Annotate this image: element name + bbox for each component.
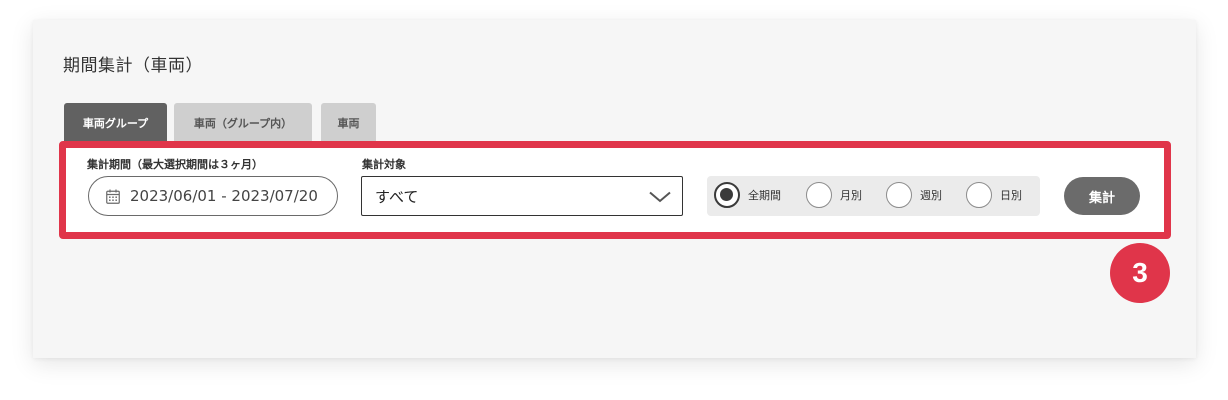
target-label: 集計対象 [362,158,406,171]
radio-monthly[interactable]: 月別 [806,182,862,208]
period-label: 集計期間（最大選択期間は３ヶ月） [87,158,263,171]
target-select-value: すべて [375,187,419,206]
step-number-badge: 3 [1110,243,1170,303]
date-range-value: 2023/06/01 - 2023/07/20 [130,187,318,205]
radio-label: 日別 [1000,189,1022,202]
aggregation-panel: 期間集計（車両） 車両グループ 車両（グループ内） 車両 集計期間（最大選択期間… [33,20,1196,358]
date-range-input[interactable]: 2023/06/01 - 2023/07/20 [88,176,338,216]
tab-vehicle[interactable]: 車両 [321,103,376,143]
period-type-radio-group: 全期間 月別 週別 日別 [707,176,1040,216]
radio-circle[interactable] [714,182,740,208]
calendar-icon [106,189,120,204]
radio-label: 月別 [840,189,862,202]
radio-weekly[interactable]: 週別 [886,182,942,208]
radio-label: 全期間 [748,189,781,202]
target-select[interactable]: すべて [361,176,683,216]
page-title: 期間集計（車両） [63,56,203,76]
chevron-down-icon [649,191,671,203]
aggregate-button[interactable]: 集計 [1064,177,1140,215]
filter-card: 集計期間（最大選択期間は３ヶ月） 集計対象 2023/06/01 - 2023/… [59,141,1171,239]
radio-circle[interactable] [886,182,912,208]
radio-circle[interactable] [806,182,832,208]
radio-daily[interactable]: 日別 [966,182,1022,208]
radio-circle[interactable] [966,182,992,208]
radio-all-period[interactable]: 全期間 [714,182,781,208]
radio-label: 週別 [920,189,942,202]
tab-vehicle-group[interactable]: 車両グループ [64,103,167,143]
tab-vehicle-in-group[interactable]: 車両（グループ内） [174,103,312,143]
